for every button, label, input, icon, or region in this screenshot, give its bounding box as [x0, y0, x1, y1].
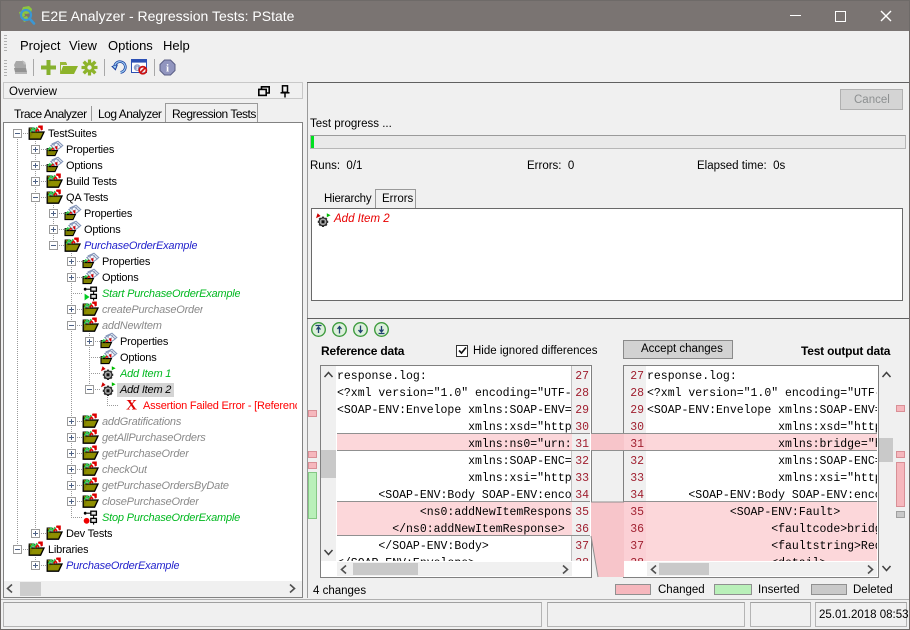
svg-text:X: X: [126, 398, 137, 414]
svg-text:i: i: [166, 63, 169, 75]
svg-text:i: i: [136, 65, 138, 72]
